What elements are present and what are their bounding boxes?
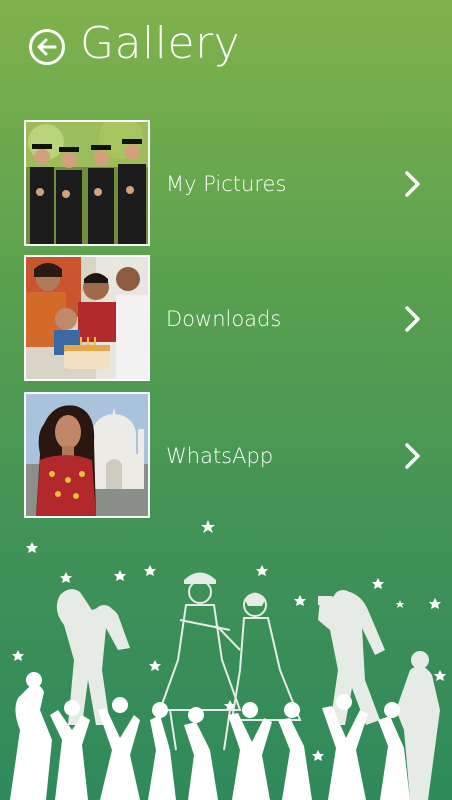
whatsapp-label: WhatsApp	[166, 444, 274, 468]
downloads-label: Downloads	[166, 307, 282, 331]
downloads-thumbnail	[24, 255, 150, 381]
my-pictures-label: My Pictures	[166, 172, 287, 196]
list-item-downloads[interactable]: Downloads	[24, 255, 434, 383]
list-item-whatsapp[interactable]: WhatsApp	[24, 392, 434, 520]
dancers-silhouette-illustration	[10, 520, 446, 800]
app-header: Gallery	[0, 0, 452, 100]
list-item-my-pictures[interactable]: My Pictures	[24, 120, 434, 248]
chevron-right-icon[interactable]	[404, 305, 422, 333]
whatsapp-thumbnail	[24, 392, 150, 518]
back-arrow-icon[interactable]	[28, 28, 66, 66]
page-title: Gallery	[80, 18, 241, 69]
chevron-right-icon[interactable]	[404, 442, 422, 470]
my-pictures-thumbnail	[24, 120, 150, 246]
chevron-right-icon[interactable]	[404, 170, 422, 198]
